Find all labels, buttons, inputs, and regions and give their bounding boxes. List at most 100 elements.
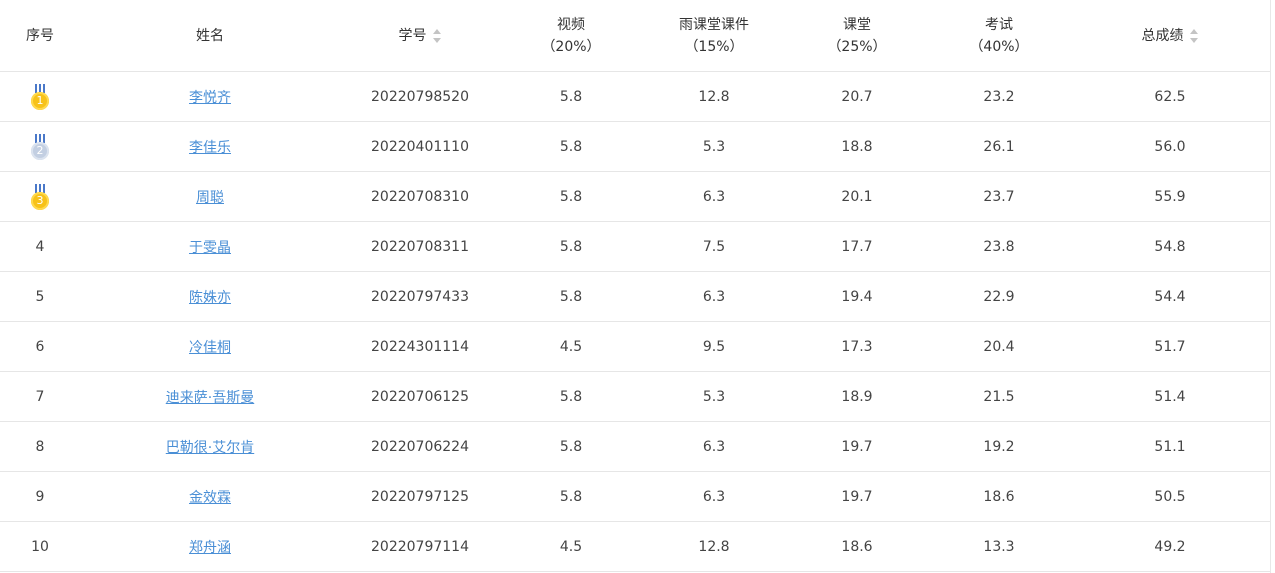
rank-cell: 10 — [0, 521, 80, 572]
total-score-cell: 51.1 — [1070, 421, 1270, 472]
student-id-cell: 20220401110 — [340, 121, 500, 172]
medal-rank-number: 1 — [31, 91, 49, 110]
table-row: 6 冷佳桐 20224301114 4.5 9.5 17.3 20.4 51.7 — [0, 321, 1270, 372]
exam-score-cell: 26.1 — [928, 121, 1070, 172]
video-score-cell: 4.5 — [500, 521, 642, 572]
exam-score-cell: 23.8 — [928, 221, 1070, 272]
total-score-cell: 51.4 — [1070, 371, 1270, 422]
student-id-cell: 20224301114 — [340, 321, 500, 372]
exam-score-cell: 23.7 — [928, 171, 1070, 222]
rank-cell: 3 — [0, 171, 80, 222]
total-score-cell: 56.0 — [1070, 121, 1270, 172]
student-name-link[interactable]: 巴勒很·艾尔肯 — [166, 440, 254, 456]
name-cell: 李悦齐 — [80, 71, 340, 122]
header-classroom-label: 课堂 — [843, 16, 871, 33]
classroom-score-cell: 18.6 — [786, 521, 928, 572]
table-row: 8 巴勒很·艾尔肯 20220706224 5.8 6.3 19.7 19.2 … — [0, 421, 1270, 472]
name-cell: 周聪 — [80, 171, 340, 222]
video-score-cell: 5.8 — [500, 121, 642, 172]
table-row: 9 金效霖 20220797125 5.8 6.3 19.7 18.6 50.5 — [0, 471, 1270, 522]
exam-score-cell: 20.4 — [928, 321, 1070, 372]
video-score-cell: 5.8 — [500, 421, 642, 472]
student-id-cell: 20220797114 — [340, 521, 500, 572]
rank-cell: 4 — [0, 221, 80, 272]
table-row: 4 于雯晶 20220708311 5.8 7.5 17.7 23.8 54.8 — [0, 221, 1270, 272]
video-score-cell: 5.8 — [500, 171, 642, 222]
classroom-score-cell: 17.7 — [786, 221, 928, 272]
student-id-cell: 20220708311 — [340, 221, 500, 272]
gold-medal-icon: 1 — [30, 83, 50, 110]
exam-score-cell: 21.5 — [928, 371, 1070, 422]
classroom-score-cell: 17.3 — [786, 321, 928, 372]
sort-caret-icon[interactable] — [1189, 28, 1199, 43]
exam-score-cell: 23.2 — [928, 71, 1070, 122]
classroom-score-cell: 19.4 — [786, 271, 928, 322]
rank-cell: 7 — [0, 371, 80, 422]
yuketang-score-cell: 12.8 — [642, 521, 786, 572]
header-student-id[interactable]: 学号 — [340, 0, 500, 72]
yuketang-score-cell: 6.3 — [642, 471, 786, 522]
student-name-link[interactable]: 迪来萨·吾斯曼 — [166, 390, 254, 406]
table-row: 3 周聪 20220708310 5.8 6.3 20.1 23.7 55.9 — [0, 171, 1270, 222]
table-header-row: 序号 姓名 学号 视频 （20%） 雨课堂课件 （15%） 课堂 （25%） 考… — [0, 0, 1270, 72]
header-name-label: 姓名 — [196, 27, 224, 44]
student-id-cell: 20220797433 — [340, 271, 500, 322]
name-cell: 郑舟涵 — [80, 521, 340, 572]
table-row: 1 李悦齐 20220798520 5.8 12.8 20.7 23.2 62.… — [0, 71, 1270, 122]
yuketang-score-cell: 5.3 — [642, 121, 786, 172]
header-video-label: 视频 — [557, 16, 585, 33]
sort-caret-icon[interactable] — [432, 28, 442, 43]
silver-medal-icon: 2 — [30, 133, 50, 160]
name-cell: 于雯晶 — [80, 221, 340, 272]
video-score-cell: 5.8 — [500, 371, 642, 422]
video-score-cell: 5.8 — [500, 471, 642, 522]
header-classroom: 课堂 （25%） — [786, 0, 928, 72]
header-total[interactable]: 总成绩 — [1070, 0, 1270, 72]
yuketang-score-cell: 9.5 — [642, 321, 786, 372]
total-score-cell: 55.9 — [1070, 171, 1270, 222]
student-name-link[interactable]: 于雯晶 — [189, 240, 231, 256]
header-name: 姓名 — [80, 0, 340, 72]
classroom-score-cell: 20.1 — [786, 171, 928, 222]
student-id-cell: 20220798520 — [340, 71, 500, 122]
exam-score-cell: 13.3 — [928, 521, 1070, 572]
student-name-link[interactable]: 周聪 — [196, 190, 224, 206]
medal-rank-number: 2 — [31, 141, 49, 160]
student-name-link[interactable]: 金效霖 — [189, 490, 231, 506]
yuketang-score-cell: 6.3 — [642, 421, 786, 472]
table-row: 2 李佳乐 20220401110 5.8 5.3 18.8 26.1 56.0 — [0, 121, 1270, 172]
rank-cell: 1 — [0, 71, 80, 122]
yuketang-score-cell: 7.5 — [642, 221, 786, 272]
name-cell: 冷佳桐 — [80, 321, 340, 372]
header-exam: 考试 （40%） — [928, 0, 1070, 72]
total-score-cell: 62.5 — [1070, 71, 1270, 122]
total-score-cell: 54.4 — [1070, 271, 1270, 322]
classroom-score-cell: 20.7 — [786, 71, 928, 122]
video-score-cell: 5.8 — [500, 221, 642, 272]
video-score-cell: 4.5 — [500, 321, 642, 372]
name-cell: 巴勒很·艾尔肯 — [80, 421, 340, 472]
student-name-link[interactable]: 陈姝亦 — [189, 290, 231, 306]
student-name-link[interactable]: 李悦齐 — [189, 90, 231, 106]
rank-cell: 8 — [0, 421, 80, 472]
student-name-link[interactable]: 郑舟涵 — [189, 540, 231, 556]
rank-cell: 6 — [0, 321, 80, 372]
name-cell: 李佳乐 — [80, 121, 340, 172]
student-id-cell: 20220706224 — [340, 421, 500, 472]
student-name-link[interactable]: 冷佳桐 — [189, 340, 231, 356]
name-cell: 陈姝亦 — [80, 271, 340, 322]
medal-rank-number: 3 — [31, 191, 49, 210]
score-ranking-table: 序号 姓名 学号 视频 （20%） 雨课堂课件 （15%） 课堂 （25%） 考… — [0, 0, 1270, 572]
total-score-cell: 51.7 — [1070, 321, 1270, 372]
student-name-link[interactable]: 李佳乐 — [189, 140, 231, 156]
header-yuketang-weight: （15%） — [684, 38, 744, 55]
table-row: 10 郑舟涵 20220797114 4.5 12.8 18.6 13.3 49… — [0, 521, 1270, 572]
name-cell: 金效霖 — [80, 471, 340, 522]
header-total-label: 总成绩 — [1141, 27, 1184, 44]
yuketang-score-cell: 6.3 — [642, 271, 786, 322]
header-rank: 序号 — [0, 0, 80, 72]
classroom-score-cell: 18.9 — [786, 371, 928, 422]
classroom-score-cell: 19.7 — [786, 471, 928, 522]
yuketang-score-cell: 6.3 — [642, 171, 786, 222]
table-row: 7 迪来萨·吾斯曼 20220706125 5.8 5.3 18.9 21.5 … — [0, 371, 1270, 422]
